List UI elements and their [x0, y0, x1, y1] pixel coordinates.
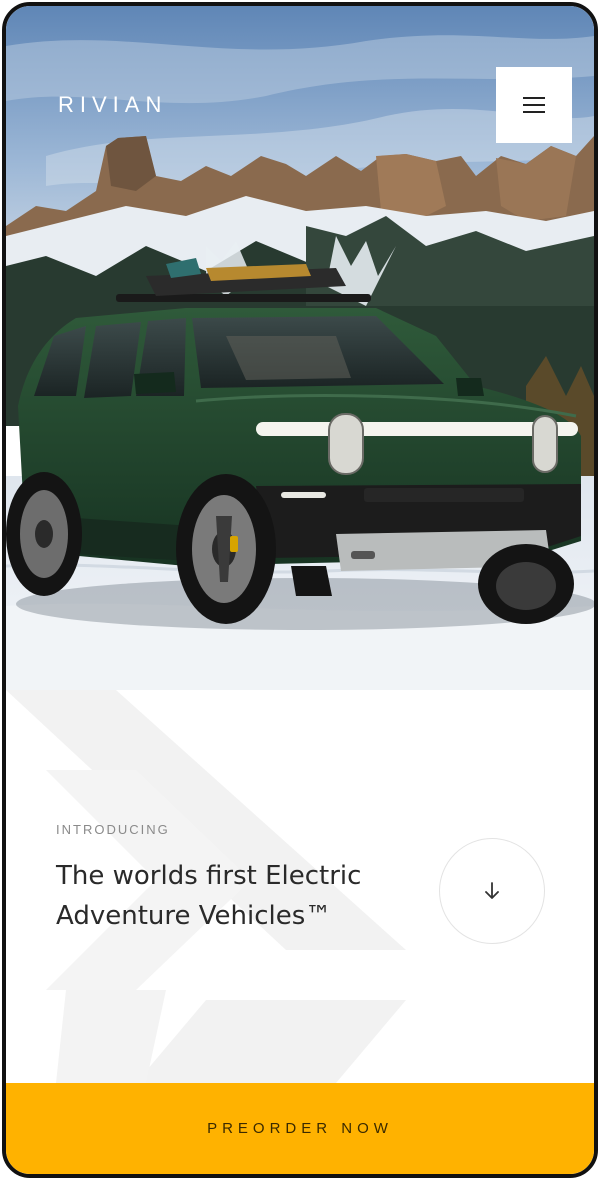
preorder-label: PREORDER NOW [207, 1120, 393, 1137]
hamburger-icon [523, 97, 545, 113]
far-wheel [478, 544, 574, 624]
rear-wheel [6, 472, 82, 596]
brand-logo[interactable]: RIVIAN [58, 92, 167, 118]
preorder-button[interactable]: PREORDER NOW [6, 1083, 594, 1174]
front-wheel [176, 474, 276, 624]
intro-section: INTRODUCING The worlds first Electric Ad… [6, 690, 594, 1083]
hero-image: RIVIAN [6, 6, 594, 690]
arrow-down-icon [485, 882, 499, 899]
intro-headline: The worlds first Electric Adventure Vehi… [56, 861, 362, 931]
scroll-down-button[interactable] [439, 838, 545, 944]
phone-frame: RIVIAN INTRODUCING The worlds first Elec… [2, 2, 598, 1178]
menu-button[interactable] [496, 67, 572, 143]
intro-eyebrow: INTRODUCING [56, 822, 170, 837]
